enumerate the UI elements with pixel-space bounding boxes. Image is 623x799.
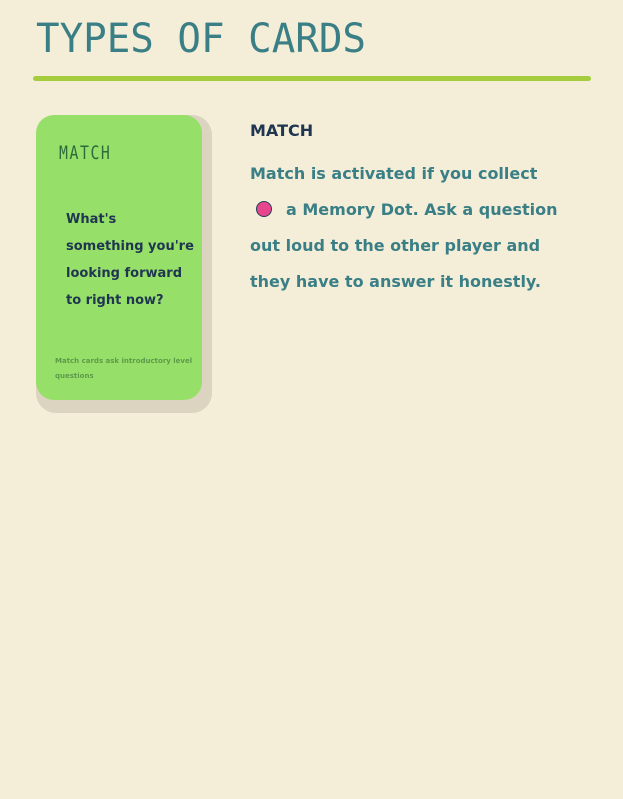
description-line: they have to answer it honestly. — [250, 272, 541, 291]
card-footer-note: Match cards ask introductory level quest… — [55, 357, 193, 380]
section-description: Match is activated if you collect a Memo… — [250, 156, 580, 300]
card-type-label: MATCH — [59, 142, 112, 164]
memory-dot-icon — [256, 201, 272, 217]
page-title: TYPES OF CARDS — [36, 22, 366, 58]
section-heading: MATCH — [250, 121, 314, 140]
card-question-line: What's — [66, 212, 117, 227]
description-line-with-dot: a Memory Dot. Ask a question — [250, 192, 580, 228]
description-line: out loud to the other player and — [250, 236, 541, 255]
title-divider — [33, 76, 591, 81]
description-line: Match is activated if you collect — [250, 164, 538, 183]
card-question: What's something you're looking forward … — [66, 206, 196, 314]
card-question-line: something you're — [66, 239, 194, 254]
card-question-line: to right now? — [66, 293, 164, 308]
description-line: a Memory Dot. Ask a question — [286, 200, 558, 219]
card-question-line: looking forward — [66, 266, 183, 281]
page-title-text: TYPES OF CARDS — [36, 22, 366, 58]
match-card: MATCH What's something you're looking fo… — [36, 115, 202, 400]
